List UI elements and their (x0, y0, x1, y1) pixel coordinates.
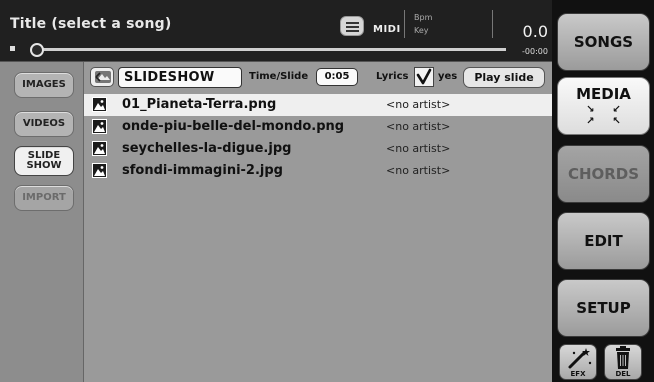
left-sidebar: IMAGES VIDEOS SLIDE SHOW IMPORT (0, 62, 84, 382)
time-slide-input[interactable]: 0:05 (316, 68, 358, 86)
file-list: 01_Pianeta-Terra.png <no artist> onde-pi… (84, 94, 552, 182)
list-item[interactable]: 01_Pianeta-Terra.png <no artist> (84, 94, 552, 116)
edit-button[interactable]: EDIT (557, 212, 650, 270)
progress-track[interactable] (36, 48, 506, 51)
divider (492, 10, 493, 38)
list-item[interactable]: sfondi-immagini-2.jpg <no artist> (84, 160, 552, 182)
play-slide-button[interactable]: Play slide (463, 67, 545, 88)
slideshow-name-field[interactable]: SLIDESHOW (118, 67, 242, 88)
trash-icon (616, 346, 630, 369)
delete-button[interactable]: DEL (604, 344, 642, 380)
key-label: Key (414, 26, 429, 35)
chords-label: CHORDS (567, 165, 640, 183)
sidebar-item-import[interactable]: IMPORT (14, 185, 74, 211)
sidebar-item-images[interactable]: IMAGES (14, 72, 74, 98)
file-artist: <no artist> (386, 164, 451, 177)
file-name: sfondi-immagini-2.jpg (122, 163, 283, 178)
song-title[interactable]: Title (select a song) (10, 16, 171, 32)
file-artist: <no artist> (386, 142, 451, 155)
media-button[interactable]: MEDIA ↘ ↙ ↗ ↖ (557, 77, 650, 135)
efx-button[interactable]: EFX (559, 344, 597, 380)
midi-logo: MIDI (373, 24, 401, 35)
file-artist: <no artist> (386, 120, 451, 133)
collapse-arrows-icon: ↘ ↙ ↗ ↖ (586, 104, 621, 127)
divider (404, 10, 405, 38)
file-name: seychelles-la-digue.jpg (122, 141, 292, 156)
slideshow-toolbar: SLIDESHOW Time/Slide 0:05 Lyrics yes Pla… (84, 62, 552, 92)
checkmark-icon (416, 68, 432, 85)
bpm-label: Bpm (414, 13, 433, 22)
songs-button[interactable]: SONGS (557, 13, 650, 71)
lyrics-checkbox[interactable] (414, 67, 434, 87)
image-file-icon (92, 141, 107, 156)
lyrics-label: Lyrics (376, 71, 409, 82)
sidebar-item-videos[interactable]: VIDEOS (14, 111, 74, 137)
sidebar-item-slideshow[interactable]: SLIDE SHOW (14, 146, 74, 176)
magic-wand-icon (568, 348, 592, 369)
list-icon[interactable] (340, 16, 364, 36)
top-bar: Title (select a song) MIDI Bpm Key 0.0 -… (0, 0, 552, 62)
chords-button[interactable]: CHORDS (557, 145, 650, 203)
setup-button[interactable]: SETUP (557, 279, 650, 337)
songs-label: SONGS (573, 33, 634, 51)
file-artist: <no artist> (386, 98, 451, 111)
edit-label: EDIT (584, 232, 623, 250)
time-remaining: -00:00 (522, 47, 548, 56)
media-label: MEDIA (576, 85, 631, 103)
right-nav: SONGS MEDIA ↘ ↙ ↗ ↖ CHORDS EDIT SETUP EFX (552, 0, 654, 382)
list-item[interactable]: onde-piu-belle-del-mondo.png <no artist> (84, 116, 552, 138)
yes-label: yes (438, 71, 458, 82)
file-name: 01_Pianeta-Terra.png (122, 97, 277, 112)
setup-label: SETUP (576, 299, 631, 317)
list-item[interactable]: seychelles-la-digue.jpg <no artist> (84, 138, 552, 160)
image-file-icon (92, 119, 107, 134)
file-name: onde-piu-belle-del-mondo.png (122, 119, 345, 134)
progress-knob[interactable] (30, 43, 44, 57)
del-label: DEL (615, 370, 631, 378)
main-panel: SLIDESHOW Time/Slide 0:05 Lyrics yes Pla… (84, 62, 552, 382)
image-file-icon (92, 97, 107, 112)
efx-label: EFX (570, 370, 586, 378)
image-file-icon (92, 163, 107, 178)
time-slide-label: Time/Slide (249, 71, 309, 82)
back-icon[interactable] (90, 67, 114, 87)
progress-start-marker (10, 46, 15, 51)
time-value: 0.0 (522, 22, 548, 41)
